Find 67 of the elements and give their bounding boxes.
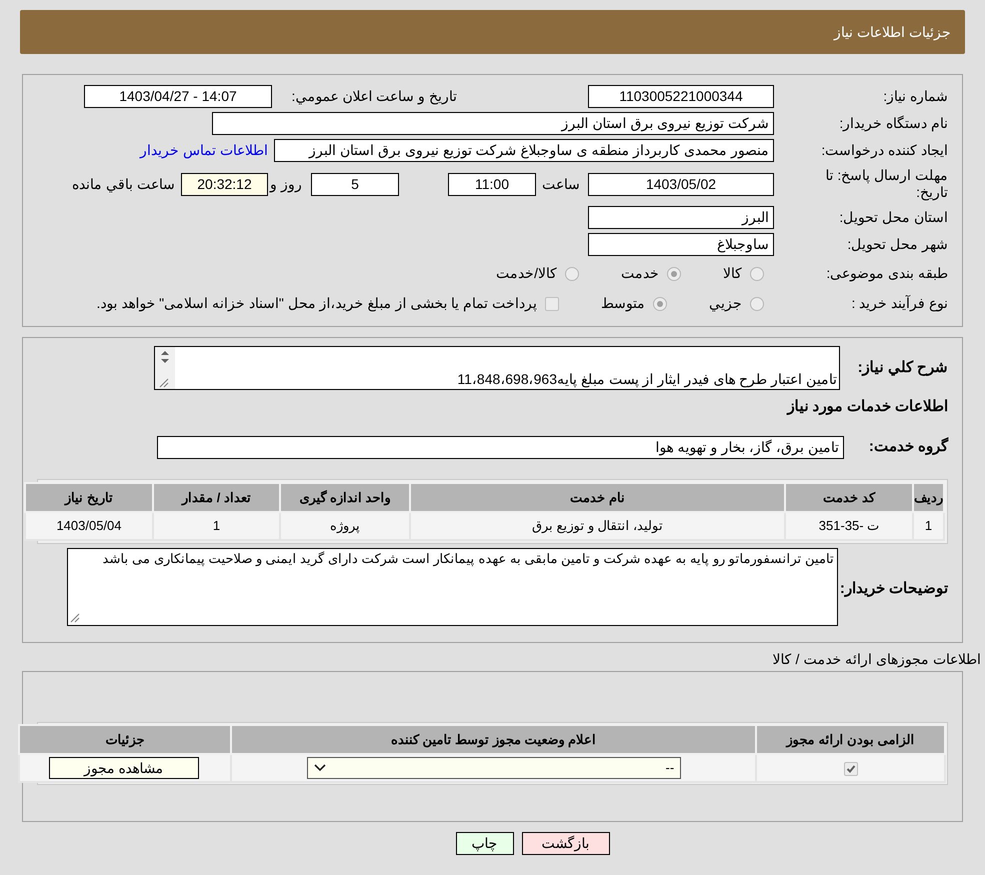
scrollbar[interactable] xyxy=(155,347,175,389)
text-field[interactable]: 20:32:12 xyxy=(181,172,268,196)
table-cell: 1 xyxy=(153,512,280,540)
field-label: استان محل تحویل: xyxy=(838,208,948,228)
text-field[interactable]: 11:00 xyxy=(448,172,536,196)
field-label: توضیحات خریدار: xyxy=(838,578,948,599)
field-label: جزیي xyxy=(709,294,742,314)
column-header: تاریخ نیاز xyxy=(25,483,153,512)
section-heading: اطلاعات مجوزهای ارائه خدمت / کالا xyxy=(772,650,982,670)
text-field[interactable]: تامین برق، گاز، بخار و تهویه هوا xyxy=(157,436,844,459)
column-header: تعداد / مقدار xyxy=(153,483,280,512)
column-header: ردیف xyxy=(913,483,944,512)
back-button[interactable]: بازگشت xyxy=(522,832,610,855)
column-header: نام خدمت xyxy=(410,483,785,512)
text-field[interactable]: 1103005221000344 xyxy=(588,85,774,108)
status-select[interactable]: -- xyxy=(307,757,682,779)
field-label: ساعت xyxy=(541,174,580,194)
print-button[interactable]: چاپ xyxy=(456,832,514,855)
field-label: شهر محل تحویل: xyxy=(846,235,948,254)
field-label: شرح کلي نیاز: xyxy=(856,358,948,378)
field-label: متوسط xyxy=(601,294,645,314)
text-field[interactable]: 1403/04/27 - 14:07 xyxy=(84,85,272,108)
chevron-down-icon xyxy=(314,764,326,772)
field-label: نام دستگاه خریدار: xyxy=(838,114,948,134)
text-field[interactable]: شرکت توزیع نیروی برق استان البرز xyxy=(212,112,774,135)
table-cell: 1403/05/04 xyxy=(25,512,153,540)
field-label: خدمت xyxy=(621,264,659,283)
field-label: کالا/خدمت xyxy=(496,264,557,283)
field-label: کالا xyxy=(723,264,742,283)
treasury-note: پرداخت تمام یا بخشی از مبلغ خرید،از محل "اسناد خزانه اسلامی" خواهد بود. xyxy=(96,294,537,314)
radio-button[interactable] xyxy=(565,266,579,280)
checkbox[interactable] xyxy=(844,762,858,776)
text-field[interactable]: ساوجبلاغ xyxy=(588,233,774,256)
column-header: الزامی بودن ارائه مجوز xyxy=(756,725,945,754)
table-cell: ت -35-351 xyxy=(785,512,913,540)
description-textarea[interactable]: تامین اعتبار طرح های فیدر ایثار از پست مبلغ پایه11،848،698،963 xyxy=(154,346,840,390)
radio-button[interactable] xyxy=(667,266,681,280)
text-field[interactable]: 5 xyxy=(311,172,399,196)
field-label: نوع فرآیند خرید : xyxy=(850,294,948,314)
table-cell: پروژه xyxy=(280,512,410,540)
radio-button[interactable] xyxy=(750,296,764,310)
section-heading: اطلاعات خدمات مورد نیاز xyxy=(786,397,948,417)
field-label: تاریخ و ساعت اعلان عمومي: xyxy=(290,87,457,106)
field-label: گروه خدمت: xyxy=(868,436,948,458)
field-label: روز و xyxy=(268,174,302,194)
radio-button[interactable] xyxy=(653,296,667,310)
text-field[interactable]: البرز xyxy=(588,206,774,229)
field-label: شماره نیاز: xyxy=(882,87,948,106)
field-label: طبقه بندی موضوعی: xyxy=(825,264,948,284)
table-cell: تولید، انتقال و توزیع برق xyxy=(410,512,785,540)
table-cell: 1 xyxy=(913,512,944,540)
field-label: مهلت ارسال پاسخ: تا تاریخ: xyxy=(824,167,948,201)
notes-textarea[interactable]: تامین ترانسفورماتو رو پایه به عهده شرکت و تامین مابقی به عهده پیمانکار است شرکت دارای گرید ایمنی و صلاحیت پیمانکاری می باشد xyxy=(67,548,838,626)
text-field[interactable]: منصور محمدی کاربرداز منطقه ی ساوجبلاغ شرکت توزیع نیروی برق استان البرز xyxy=(274,139,774,162)
text-field[interactable]: 1403/05/02 xyxy=(588,172,774,196)
column-header: کد خدمت xyxy=(785,483,913,512)
field-label: ایجاد کننده درخواست: xyxy=(820,141,948,160)
resize-grip-icon[interactable] xyxy=(70,613,80,623)
column-header: واحد اندازه گیری xyxy=(280,483,410,512)
column-header: اعلام وضعیت مجوز توسط تامین کننده xyxy=(230,725,756,754)
page-title: جزئیات اطلاعات نیاز xyxy=(834,22,951,42)
contact-link[interactable]: اطلاعات تماس خریدار xyxy=(140,140,268,161)
field-label: ساعت باقي مانده xyxy=(72,174,175,194)
column-header: جزئیات xyxy=(19,725,231,754)
view-license-button[interactable]: مشاهده مجوز xyxy=(48,757,199,779)
checkbox[interactable] xyxy=(545,296,559,310)
radio-button[interactable] xyxy=(750,266,764,280)
